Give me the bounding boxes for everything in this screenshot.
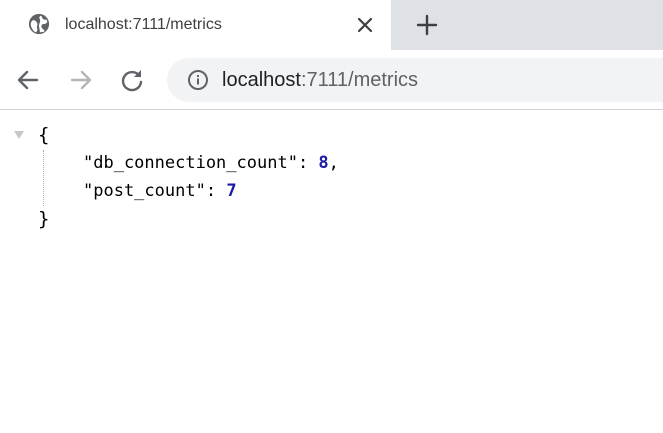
address-bar[interactable]: localhost:7111/metrics [167,58,663,102]
globe-icon [28,13,50,35]
browser-window: localhost:7111/metrics localhost:7111/me… [0,0,663,433]
json-entry: "db_connection_count": 8, [83,151,339,175]
json-separator: : [205,181,227,201]
json-viewer: { "db_connection_count": 8, "post_count"… [0,110,663,433]
json-open-brace: { [38,124,50,146]
new-tab-plus-icon[interactable] [414,12,440,38]
forward-arrow-icon[interactable] [67,66,95,94]
reload-icon[interactable] [118,66,146,94]
url-host: localhost [222,69,301,91]
json-key: "db_connection_count" [83,153,298,173]
url-path: :7111/metrics [300,69,419,91]
active-tab[interactable]: localhost:7111/metrics [0,0,391,50]
json-entry: "post_count": 7 [83,179,237,203]
tab-title: localhost:7111/metrics [65,16,222,33]
tab-strip: localhost:7111/metrics [0,0,663,50]
browser-toolbar: localhost:7111/metrics [0,50,663,110]
json-comma: , [328,153,339,173]
info-icon[interactable] [187,69,209,91]
close-icon[interactable] [354,14,376,36]
json-number-value: 7 [226,181,237,201]
json-key: "post_count" [83,181,206,201]
json-number-value: 8 [318,153,329,173]
url-text: localhost:7111/metrics [222,68,418,92]
collapse-triangle-icon[interactable] [13,129,25,141]
indent-guide [43,150,44,206]
json-close-brace: } [38,208,50,230]
json-separator: : [297,153,319,173]
back-arrow-icon[interactable] [14,66,42,94]
